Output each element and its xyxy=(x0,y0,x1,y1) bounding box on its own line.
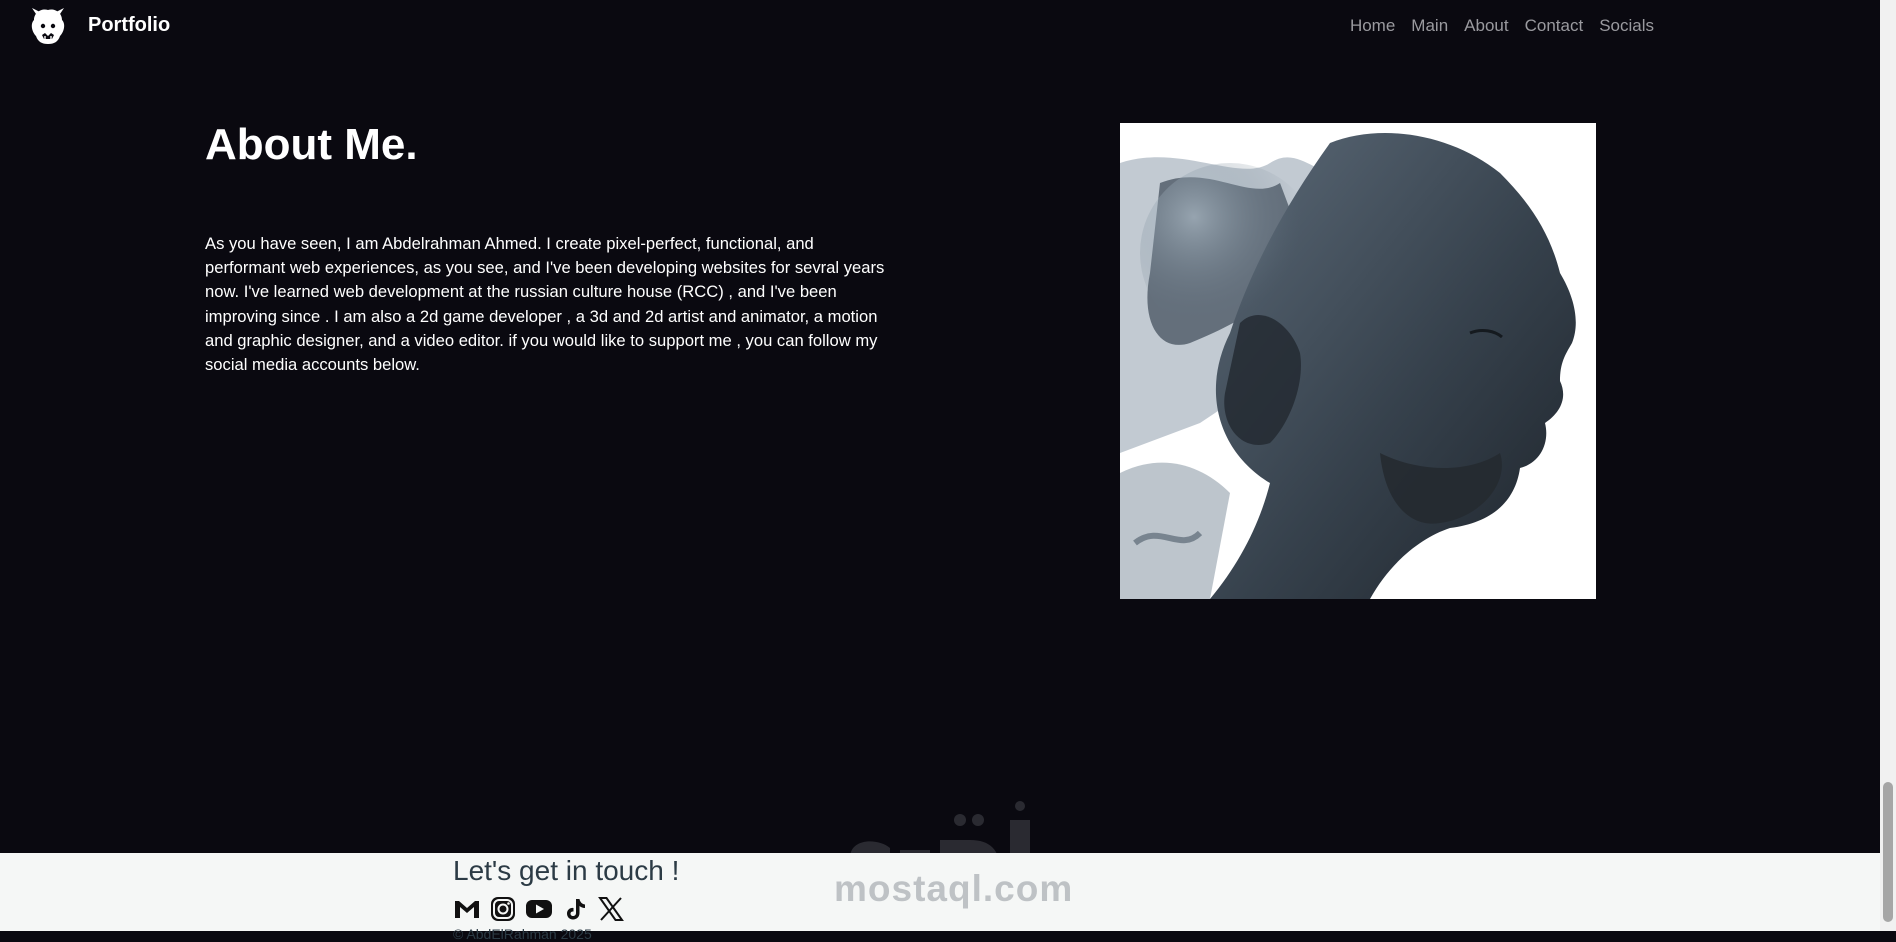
tiktok-icon[interactable] xyxy=(561,895,589,923)
nav-links: Home Main About Contact Socials xyxy=(1350,16,1654,36)
scrollbar-thumb[interactable] xyxy=(1883,782,1893,922)
about-title: About Me. xyxy=(205,120,418,169)
nav-link-contact[interactable]: Contact xyxy=(1525,16,1584,36)
about-paragraph: As you have seen, I am Abdelrahman Ahmed… xyxy=(205,234,885,375)
scrollbar[interactable] xyxy=(1880,0,1896,931)
nav-link-about[interactable]: About xyxy=(1464,16,1508,36)
portrait-image xyxy=(1120,123,1596,599)
x-icon[interactable] xyxy=(597,895,625,923)
social-links xyxy=(453,895,625,923)
footer-heading: Let's get in touch ! xyxy=(453,855,680,886)
watermark-text: mostaql.com xyxy=(834,868,1074,909)
wolf-logo-icon[interactable] xyxy=(28,6,68,46)
nav-link-socials[interactable]: Socials xyxy=(1599,16,1654,36)
instagram-icon[interactable] xyxy=(489,895,517,923)
nav-link-main[interactable]: Main xyxy=(1411,16,1448,36)
nav-link-home[interactable]: Home xyxy=(1350,16,1395,36)
copyright: © AbdElRahman 2025 xyxy=(453,926,592,942)
brand-title[interactable]: Portfolio xyxy=(88,14,170,37)
youtube-icon[interactable] xyxy=(525,895,553,923)
gmail-icon[interactable] xyxy=(453,895,481,923)
navbar: Portfolio Home Main About Contact Social… xyxy=(0,0,1880,52)
